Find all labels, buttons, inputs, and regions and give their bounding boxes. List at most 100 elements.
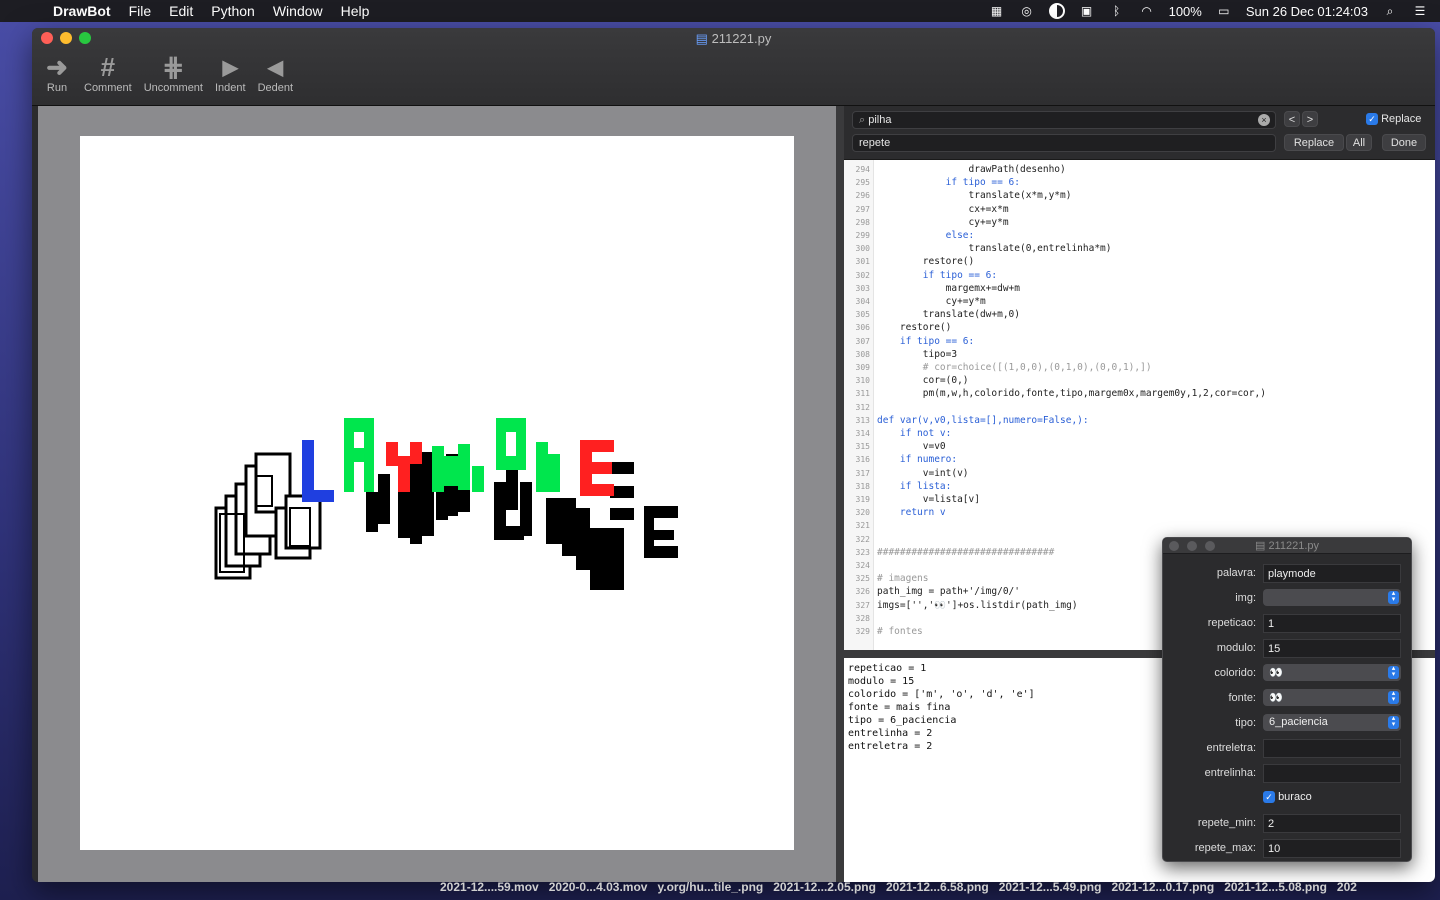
wifi-icon[interactable]: ◠ [1139,4,1155,18]
menu-bar: DrawBot File Edit Python Window Help ▦ ◎… [0,0,1440,22]
desktop-file-labels: 2021-12....59.mov 2020-0...4.03.mov y.or… [440,880,1440,900]
document-icon: ▤ [1254,540,1266,552]
menu-app[interactable]: DrawBot [44,3,120,19]
replace-button[interactable]: Replace [1284,134,1344,151]
buraco-checkbox[interactable]: ✓ buraco [1263,791,1312,803]
entreletra-input[interactable] [1263,739,1401,758]
search-input[interactable]: ⌕ pilha × [852,111,1276,129]
desktop-file[interactable]: 2021-12....59.mov [440,880,539,900]
var-row-tipo: tipo: 6_paciencia ▴ ▾ [1163,714,1411,734]
document-icon: ▤ [695,31,708,46]
code-line: if tipo == 6: [877,335,975,347]
line-number: 296 [855,191,870,201]
modulo-input[interactable]: 15 [1263,639,1401,658]
code-line: # cor=choice([(1,0,0),(0,1,0),(0,0,1),]) [877,362,1152,373]
clear-search-icon[interactable]: × [1258,114,1270,126]
arrow-right-icon: ➜ [46,51,68,82]
dark-mode-icon[interactable] [1048,3,1065,19]
notification-icon[interactable]: ▦ [989,4,1005,18]
replace-all-button[interactable]: All [1346,134,1372,151]
uncomment-button[interactable]: ⋕ Uncomment [140,52,207,95]
code-line: cy+=y*m [877,296,986,307]
battery-percent: 100% [1168,3,1202,19]
find-next-button[interactable]: > [1302,111,1318,127]
pane-divider[interactable] [836,106,844,882]
triangle-left-icon: ◀ [267,56,283,79]
var-row-modulo: modulo: 15 [1163,639,1411,659]
repete-max-input[interactable]: 10 [1263,839,1401,858]
hash-icon: # [100,51,116,82]
comment-button[interactable]: # Comment [80,51,136,95]
line-number: 295 [855,178,870,188]
menu-file[interactable]: File [120,3,161,19]
toolbar: ➜ Run # Comment ⋕ Uncomment ▶ Indent ◀ D… [38,51,297,95]
desktop-file[interactable]: y.org/hu...tile_.png [657,880,763,900]
desktop-file[interactable]: 2021-12...0.17.png [1111,880,1214,900]
creative-cloud-icon[interactable]: ◎ [1019,4,1035,18]
line-number: 329 [855,627,870,636]
zoom-panel-button[interactable] [1205,541,1215,551]
close-panel-button[interactable] [1169,541,1179,551]
bluetooth-icon[interactable]: ᛒ [1109,4,1125,18]
desktop-file[interactable]: 2021-12...5.08.png [1224,880,1327,900]
menu-window[interactable]: Window [264,3,332,19]
code-line: cor=(0,) [877,375,969,387]
replace-input[interactable]: repete [852,134,1276,152]
menu-edit[interactable]: Edit [160,3,202,19]
repete-min-input[interactable]: 2 [1263,814,1401,833]
fonte-select[interactable]: 👀 ▴ ▾ [1263,689,1401,706]
select-arrows-icon: ▴ ▾ [1388,690,1399,704]
img-select[interactable]: ▴ ▾ [1263,589,1401,606]
var-row-entreletra: entreletra: [1163,739,1411,759]
line-number: 309 [855,363,870,372]
find-bar: ⌕ pilha × < > ✓ Replace repete Replace A… [844,106,1435,160]
menu-python[interactable]: Python [202,3,264,19]
desktop-file[interactable]: 202 [1337,880,1357,900]
var-row-fonte: fonte: 👀 ▴ ▾ [1163,689,1411,709]
window-title: ▤ 211221.py [695,31,772,46]
code-line: if not v: [877,428,952,439]
desktop-file[interactable]: 2021-12...2.05.png [773,880,876,900]
line-number: 297 [855,204,870,214]
line-number: 319 [855,495,870,504]
find-previous-button[interactable]: < [1284,111,1300,127]
var-row-buraco: ✓ buraco [1163,789,1411,809]
select-arrows-icon: ▴ ▾ [1388,590,1399,604]
code-line: restore() [877,322,952,334]
menu-help[interactable]: Help [332,3,379,19]
line-number: 313 [855,415,870,425]
desktop-file[interactable]: 2021-12...5.49.png [999,880,1102,900]
entrelinha-input[interactable] [1263,764,1401,783]
line-number: 303 [855,283,870,293]
line-number: 299 [855,231,870,240]
colorido-select[interactable]: 👀 ▴ ▾ [1263,664,1401,681]
clock[interactable]: Sun 26 Dec 01:24:03 [1246,4,1368,19]
line-number: 315 [855,442,870,452]
drawing-canvas[interactable] [80,136,794,850]
line-number: 307 [855,336,870,346]
variables-panel: ▤ 211221.py palavra: playmode img: ▴ ▾ re… [1162,537,1412,862]
tipo-select[interactable]: 6_paciencia ▴ ▾ [1263,714,1401,731]
code-line: translate(dw+m,0) [877,309,1020,321]
minimize-panel-button[interactable] [1187,541,1197,551]
dedent-button[interactable]: ◀ Dedent [254,52,297,95]
desktop-file[interactable]: 2021-12...6.58.png [886,880,989,900]
canvas-pane[interactable] [38,106,836,882]
repeticao-input[interactable]: 1 [1263,614,1401,633]
palavra-input[interactable]: playmode [1263,564,1401,583]
line-number: 316 [855,455,870,465]
checkmark-icon: ✓ [1263,791,1275,803]
battery-icon[interactable]: ▭ [1216,4,1232,18]
run-button[interactable]: ➜ Run [38,51,76,95]
done-button[interactable]: Done [1382,134,1426,151]
spotlight-search-icon[interactable]: ⌕ [1382,4,1398,18]
desktop-file[interactable]: 2020-0...4.03.mov [549,880,648,900]
indent-button[interactable]: ▶ Indent [211,52,250,95]
control-center-icon[interactable]: ☰ [1412,4,1428,18]
select-arrows-icon: ▴ ▾ [1388,715,1399,729]
code-line: imgs=['','👀']+os.listdir(path_img) [877,599,1078,611]
replace-checkbox[interactable]: ✓ Replace [1366,113,1421,125]
calendar-icon[interactable]: ▣ [1079,4,1095,18]
select-arrows-icon: ▴ ▾ [1388,665,1399,679]
line-number: 321 [855,521,870,531]
